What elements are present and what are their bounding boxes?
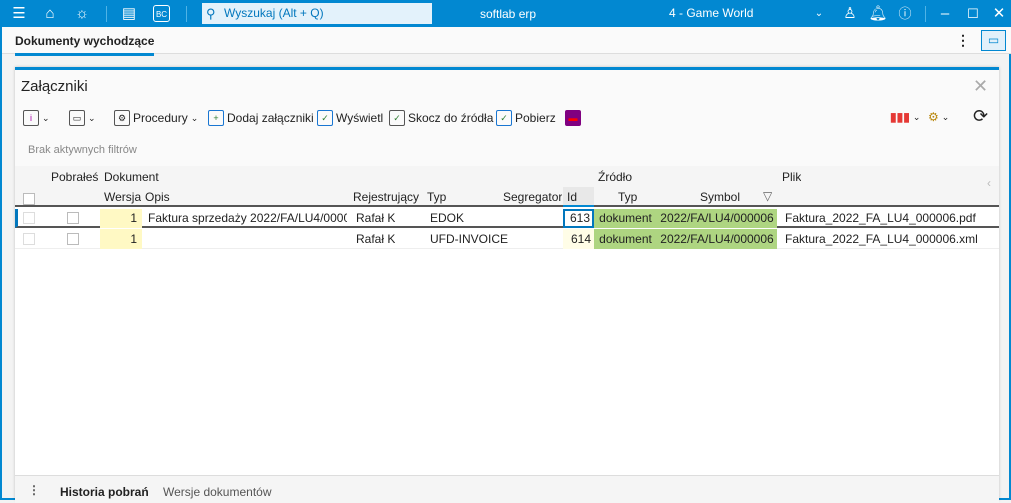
bell-icon[interactable]: 🔔︎: [868, 4, 888, 24]
maximize-icon[interactable]: ☐: [963, 4, 983, 24]
go-to-source-label: Skocz do źródła: [408, 111, 494, 125]
refresh-icon[interactable]: ⟳: [973, 106, 988, 127]
search-icon: ⚲: [206, 6, 216, 21]
company-selector[interactable]: 4 - Game World: [669, 6, 753, 20]
header-id[interactable]: Id: [563, 187, 594, 207]
cell-file[interactable]: Faktura_2022_FA_LU4_000006.xml: [785, 229, 978, 249]
cell-source-type: dokument: [594, 209, 657, 228]
menu-icon[interactable]: ☰: [9, 4, 29, 24]
filter-icon[interactable]: ▽: [763, 189, 772, 203]
chevron-down-icon[interactable]: ⌄: [809, 4, 829, 24]
chevron-left-icon[interactable]: ‹: [987, 176, 991, 190]
select-all-checkbox[interactable]: [23, 193, 35, 205]
download-label: Pobierz: [515, 111, 556, 125]
go-to-source-button[interactable]: ✓ Skocz do źródła: [389, 110, 493, 126]
add-attachments-button[interactable]: + Dodaj załączniki: [208, 110, 314, 126]
cell-id: 614: [563, 229, 594, 249]
close-window-icon[interactable]: ✕: [989, 4, 1009, 24]
title-bar: ☰ ⌂ ☼ ▤ BC ⚲ Wyszukaj (Alt + Q) softlab …: [2, 0, 1011, 27]
cell-description: [148, 229, 347, 249]
settings-gear-icon: ⚙: [928, 110, 939, 124]
document-info-icon: i: [23, 110, 39, 126]
table-row[interactable]: 1 Faktura sprzedaży 2022/FA/LU4/000006 R…: [15, 209, 999, 228]
cell-type: UFD-INVOICE: [430, 232, 508, 246]
add-attachment-icon: +: [208, 110, 224, 126]
show-label: Wyświetl: [336, 111, 384, 125]
tab-wersje-dokumentow[interactable]: Wersje dokumentów: [163, 485, 272, 499]
bc-icon[interactable]: BC: [153, 5, 170, 22]
filter-status: Brak aktywnych filtrów: [28, 144, 137, 156]
header-group-source: Źródło: [598, 170, 633, 184]
help-icon[interactable]: ⓘ: [895, 4, 915, 24]
row-select-checkbox[interactable]: [23, 233, 35, 245]
table-row[interactable]: 1 Rafał K UFD-INVOICE 614 dokument 2022/…: [15, 229, 999, 249]
header-file[interactable]: Plik: [782, 170, 801, 184]
row-select-checkbox[interactable]: [23, 212, 35, 224]
printer-icon: ▭: [69, 110, 85, 126]
cell-file[interactable]: Faktura_2022_FA_LU4_000006.pdf: [785, 209, 976, 228]
procedure-doc-icon: ⚙: [114, 110, 130, 126]
panel-title: Załączniki: [21, 78, 88, 95]
go-to-source-icon: ✓: [389, 110, 405, 126]
chevron-down-icon: ⌄: [941, 111, 950, 122]
news-icon[interactable]: ▤: [119, 4, 139, 24]
search-placeholder: Wyszukaj (Alt + Q): [224, 6, 324, 20]
header-downloaded[interactable]: Pobrałeś: [51, 170, 98, 184]
app-name: softlab erp: [480, 7, 537, 21]
cell-type: EDOK: [430, 211, 465, 225]
chevron-down-icon: ⌄: [88, 112, 96, 123]
chevron-down-icon: ⌄: [42, 112, 50, 123]
cell-description: Faktura sprzedaży 2022/FA/LU4/000006: [148, 211, 347, 225]
add-attachments-label: Dodaj załączniki: [227, 111, 314, 125]
more-options-icon[interactable]: ⋮: [28, 483, 40, 497]
download-icon: ✓: [496, 110, 512, 126]
print-button[interactable]: ▭ ⌄: [69, 110, 96, 126]
document-info-button[interactable]: i ⌄: [23, 110, 50, 126]
user-icon[interactable]: ♙: [840, 4, 860, 24]
more-options-icon[interactable]: ⋮: [956, 32, 970, 49]
cell-id[interactable]: 613: [563, 209, 594, 228]
procedures-button[interactable]: ⚙ Procedury ⌄: [114, 110, 198, 126]
cash-register-button[interactable]: ▬: [565, 110, 581, 126]
cell-symbol: 2022/FA/LU4/000006: [657, 229, 777, 249]
header-symbol[interactable]: Symbol: [700, 190, 740, 204]
tab-historia-pobran[interactable]: Historia pobrań: [60, 485, 149, 499]
tab-dokumenty-wychodzace[interactable]: Dokumenty wychodzące: [15, 34, 155, 56]
header-description[interactable]: Opis: [145, 190, 170, 204]
chat-icon[interactable]: ▭: [981, 30, 1006, 51]
chevron-down-icon: ⌄: [912, 111, 921, 122]
header-group-document: Dokument: [104, 170, 159, 184]
downloaded-checkbox[interactable]: [67, 212, 79, 224]
cell-registering: Rafał K: [356, 211, 396, 225]
cash-register-icon: ▬: [565, 110, 581, 126]
cell-source-type: dokument: [594, 229, 657, 249]
attachments-panel: Załączniki ✕ i ⌄ ▭ ⌄ ⚙ Procedury ⌄ + Dodaj za…: [15, 67, 999, 503]
close-panel-icon[interactable]: ✕: [973, 76, 988, 97]
cell-version: 1: [100, 229, 142, 249]
header-source-type[interactable]: Typ: [618, 190, 637, 204]
procedures-label: Procedury: [133, 111, 188, 125]
cell-version: 1: [100, 209, 142, 228]
header-version[interactable]: Wersja: [104, 190, 141, 204]
attachments-grid: Pobrałeś Dokument Źródło Plik Wersja Opi…: [15, 166, 999, 476]
show-button[interactable]: ✓ Wyświetl: [317, 110, 383, 126]
header-segregator[interactable]: Segregator: [503, 190, 562, 204]
show-attachment-icon: ✓: [317, 110, 333, 126]
download-button[interactable]: ✓ Pobierz: [496, 110, 556, 126]
minimize-icon[interactable]: –: [935, 4, 955, 24]
chart-button[interactable]: ▮▮▮ ⌄: [890, 110, 920, 124]
bulb-icon[interactable]: ☼: [72, 4, 92, 24]
bottom-tab-bar: ⋮ Historia pobrań Wersje dokumentów: [15, 475, 999, 503]
header-registering[interactable]: Rejestrujący: [353, 190, 419, 204]
downloaded-checkbox[interactable]: [67, 233, 79, 245]
cell-symbol: 2022/FA/LU4/000006: [657, 209, 777, 228]
search-input[interactable]: ⚲ Wyszukaj (Alt + Q): [202, 3, 432, 24]
chevron-down-icon: ⌄: [190, 112, 199, 123]
home-icon[interactable]: ⌂: [40, 4, 60, 24]
header-type[interactable]: Typ: [427, 190, 446, 204]
cell-registering: Rafał K: [356, 232, 396, 246]
settings-button[interactable]: ⚙ ⌄: [928, 110, 949, 124]
tab-bar: Dokumenty wychodzące ⋮ ▭: [2, 27, 1011, 56]
bar-chart-icon: ▮▮▮: [890, 110, 910, 124]
